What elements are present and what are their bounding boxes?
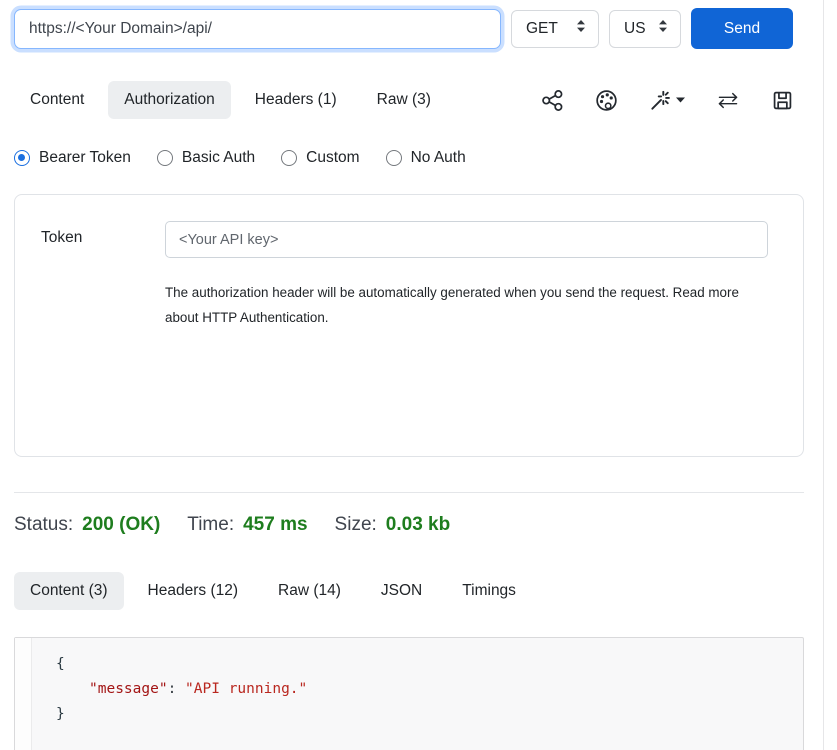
save-icon[interactable] xyxy=(771,89,794,112)
bearer-token-panel: Token The authorization header will be a… xyxy=(14,194,804,457)
json-close-brace: } xyxy=(56,706,65,722)
response-status-bar: Status: 200 (OK) Time: 457 ms Size: 0.03… xyxy=(14,514,804,536)
auth-help-line-2: about HTTP Authentication. xyxy=(165,305,765,330)
method-select[interactable]: GET xyxy=(511,10,599,48)
radio-custom[interactable]: Custom xyxy=(281,149,359,167)
radio-label: Basic Auth xyxy=(182,149,255,167)
updown-caret-icon xyxy=(658,19,668,38)
tab-response-content[interactable]: Content (3) xyxy=(14,572,124,610)
radio-basic-auth[interactable]: Basic Auth xyxy=(157,149,255,167)
time-value: 457 ms xyxy=(243,514,307,536)
tab-headers[interactable]: Headers (1) xyxy=(239,81,353,119)
radio-no-auth[interactable]: No Auth xyxy=(386,149,466,167)
method-select-value: GET xyxy=(526,20,558,38)
tab-response-timings[interactable]: Timings xyxy=(446,572,532,610)
radio-unselected-icon xyxy=(157,150,173,166)
region-select-value: US xyxy=(624,20,646,38)
radio-label: No Auth xyxy=(411,149,466,167)
section-divider xyxy=(14,492,804,493)
status-group: Status: 200 (OK) xyxy=(14,514,160,536)
tab-content[interactable]: Content xyxy=(14,81,100,119)
share-icon[interactable] xyxy=(541,89,564,112)
json-separator: : xyxy=(168,681,185,697)
status-label: Status: xyxy=(14,514,73,536)
time-group: Time: 457 ms xyxy=(187,514,307,536)
time-label: Time: xyxy=(187,514,234,536)
radio-selected-icon xyxy=(14,150,30,166)
json-key: "message" xyxy=(89,681,168,697)
json-value: "API running." xyxy=(185,681,307,697)
updown-caret-icon xyxy=(576,19,586,38)
radio-unselected-icon xyxy=(386,150,402,166)
size-group: Size: 0.03 kb xyxy=(335,514,451,536)
token-label: Token xyxy=(41,221,165,456)
radio-bearer-token[interactable]: Bearer Token xyxy=(14,149,131,167)
radio-label: Custom xyxy=(306,149,359,167)
response-body: { "message": "API running."} xyxy=(14,637,804,750)
tab-response-raw[interactable]: Raw (14) xyxy=(262,572,357,610)
send-button[interactable]: Send xyxy=(691,8,793,49)
size-label: Size: xyxy=(335,514,377,536)
response-tabs: Content (3) Headers (12) Raw (14) JSON T… xyxy=(14,572,804,610)
response-json-code: { "message": "API running."} xyxy=(32,638,307,750)
code-gutter xyxy=(15,638,32,750)
magic-wand-icon[interactable] xyxy=(649,89,685,112)
request-toolbar xyxy=(541,89,794,112)
auth-help-text: The authorization header will be automat… xyxy=(165,280,765,330)
auth-type-options: Bearer Token Basic Auth Custom No Auth xyxy=(14,149,804,167)
api-client-page: GET US Send Content Authorization Header… xyxy=(0,0,824,750)
palette-icon[interactable] xyxy=(595,89,618,112)
size-value: 0.03 kb xyxy=(386,514,450,536)
tab-raw[interactable]: Raw (3) xyxy=(361,81,447,119)
token-input[interactable] xyxy=(165,221,768,258)
radio-unselected-icon xyxy=(281,150,297,166)
radio-label: Bearer Token xyxy=(39,149,131,167)
json-open-brace: { xyxy=(56,656,65,672)
tab-response-json[interactable]: JSON xyxy=(365,572,438,610)
region-select[interactable]: US xyxy=(609,10,681,48)
url-input[interactable] xyxy=(14,9,501,49)
request-bar: GET US Send xyxy=(14,8,804,49)
swap-arrows-icon[interactable] xyxy=(716,92,740,109)
chevron-down-icon xyxy=(676,97,685,103)
tab-authorization[interactable]: Authorization xyxy=(108,81,230,119)
status-value: 200 (OK) xyxy=(82,514,160,536)
auth-help-line-1: The authorization header will be automat… xyxy=(165,280,765,305)
request-tabs: Content Authorization Headers (1) Raw (3… xyxy=(14,81,804,119)
tab-response-headers[interactable]: Headers (12) xyxy=(132,572,254,610)
